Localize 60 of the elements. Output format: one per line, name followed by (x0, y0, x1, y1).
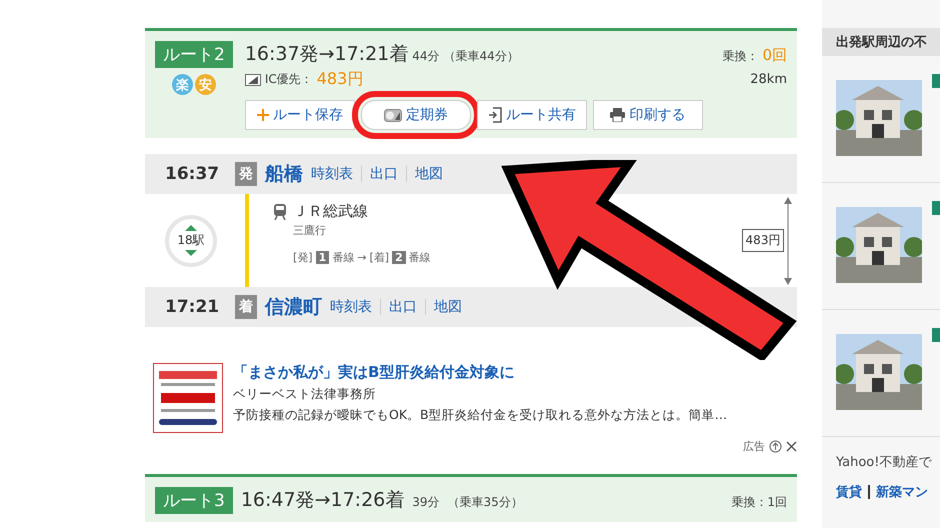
printer-icon (610, 108, 626, 122)
feature-mark: 楽 (172, 74, 193, 95)
transfer-label: 乗換： (722, 48, 758, 65)
route-badge: ルート2 (155, 41, 233, 68)
route-action-button[interactable]: ルート保存 (244, 100, 355, 130)
route-badge: ルート3 (155, 487, 233, 514)
platform-label: [着] (369, 250, 390, 265)
departure-time: 16:37 (165, 164, 220, 184)
arrow-text: → (357, 251, 366, 264)
sidebar-heading: 出発駅周辺の不 (822, 28, 940, 56)
plus-icon (256, 109, 269, 121)
station-info-link[interactable]: 出口 (389, 298, 417, 316)
category-link[interactable]: 賃貸 (836, 483, 862, 501)
transfer-count: 0回 (762, 46, 787, 65)
ad-title-link[interactable]: 「まさか私が」実はB型肝炎給付金対象に (233, 363, 728, 382)
ride-time: （乗車44分） (444, 48, 519, 65)
station-info-link[interactable]: 時刻表 (330, 298, 372, 316)
down-caret-icon (185, 250, 197, 256)
arrival-time: 17:21 (165, 297, 220, 317)
station-link[interactable]: 船橋 (265, 161, 303, 187)
fare: 483円 (316, 69, 364, 90)
ic-label: IC優先： (264, 71, 313, 88)
feature-mark: 安 (194, 74, 216, 95)
ride-time: （乗車35分） (448, 494, 523, 511)
segment-fare: 483円 (742, 229, 784, 252)
stop-count-badge: 18駅 (165, 214, 217, 266)
ad-label: 広告 (743, 439, 765, 454)
ad-description: 予防接種の記録が曖昧でもOK。B型肝炎給付金を受け取れる意外な方法とは。簡単… (233, 407, 728, 424)
close-icon[interactable] (786, 441, 797, 452)
station-link[interactable]: 信濃町 (265, 294, 322, 320)
transfer-count: 乗換：1回 (731, 494, 787, 511)
route-action-button[interactable]: 印刷する (592, 100, 703, 130)
train-line: ＪＲ総武線 (293, 202, 368, 221)
category-link[interactable]: 新築マン (876, 483, 928, 501)
sidebar-footer-text: Yahoo!不動産で (835, 454, 933, 471)
station-info-link[interactable]: 出口 (370, 165, 398, 183)
duration: 44分 (412, 48, 440, 65)
distance: 28km (750, 72, 787, 87)
share-icon (488, 107, 502, 123)
platform-suffix: 番線 (332, 250, 354, 265)
platform-label: [発] (293, 250, 313, 265)
route-times: 16:47発→17:26着 (240, 488, 404, 513)
direction: 三鷹行 (292, 223, 327, 238)
ic-card-icon (244, 74, 261, 86)
duration: 39分 (412, 494, 440, 511)
pass-card-icon (384, 108, 402, 122)
station-info-link[interactable]: 時刻表 (311, 165, 353, 183)
departure-badge: 発 (235, 162, 257, 186)
platform-suffix: 番線 (408, 250, 431, 265)
platform-number: 1 (316, 251, 330, 264)
info-icon[interactable] (769, 440, 782, 453)
ad-sponsor: ベリーベスト法律事務所 (233, 386, 377, 403)
route-times: 16:37発→17:21着 (244, 42, 408, 67)
station-info-link[interactable]: 地図 (415, 165, 443, 183)
route-action-button[interactable]: ルート共有 (476, 100, 587, 130)
train-icon (273, 204, 287, 220)
arrival-badge: 着 (235, 295, 257, 319)
up-caret-icon (185, 225, 197, 231)
platform-number: 2 (392, 251, 406, 264)
station-info-link[interactable]: 地図 (434, 298, 462, 316)
